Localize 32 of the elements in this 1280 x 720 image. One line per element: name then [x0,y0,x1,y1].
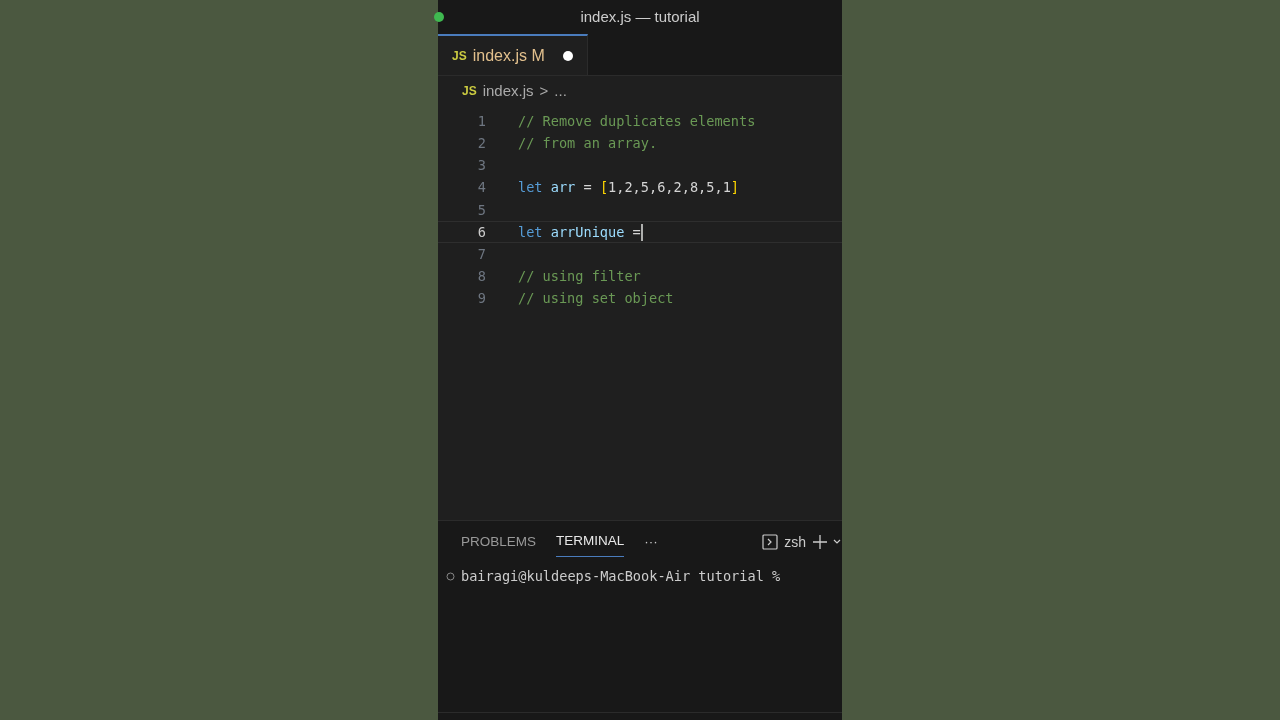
panel-tab[interactable]: PROBLEMS [461,527,537,557]
js-file-icon: JS [462,82,477,100]
breadcrumb-item[interactable]: ... [554,79,567,103]
line-number: 1 [476,111,486,131]
terminal-icon [762,534,779,550]
code-line: // Remove duplicates elements [518,111,756,131]
code-line: // using filter [518,267,641,287]
add-terminal-icon[interactable] [812,534,842,550]
more-button[interactable]: ··· [644,531,658,553]
terminal-prompt: bairagi@kuldeeps-MacBook-Air tutorial % [461,567,781,586]
breadcrumb-item[interactable]: index.js [482,79,534,103]
shell-name[interactable]: zsh [784,531,806,553]
breadcrumb-separator: > [539,80,549,101]
line-number: 2 [476,134,486,154]
line-number: 4 [476,178,486,198]
status-circle-icon [446,571,455,581]
line-number: 5 [476,200,486,220]
line-number: 8 [476,267,486,287]
text-cursor [640,223,643,241]
line-number: 3 [476,156,486,176]
code-line: // using set object [518,289,674,309]
editor-tab[interactable]: JS index.js M [438,34,588,75]
line-number: 9 [476,289,486,309]
panel-tab[interactable]: TERMINAL [556,527,625,557]
code-line: // from an array. [518,134,658,154]
code-line: let arrUnique = [518,222,641,242]
js-file-icon: JS [452,46,467,65]
window-title: index.js — tutorial [580,6,700,27]
window-control-icon[interactable] [434,12,444,22]
line-number: 6 [476,222,486,242]
line-number: 7 [476,245,486,264]
code-line: let arr = [1,2,5,6,2,8,5,1] [518,178,739,198]
